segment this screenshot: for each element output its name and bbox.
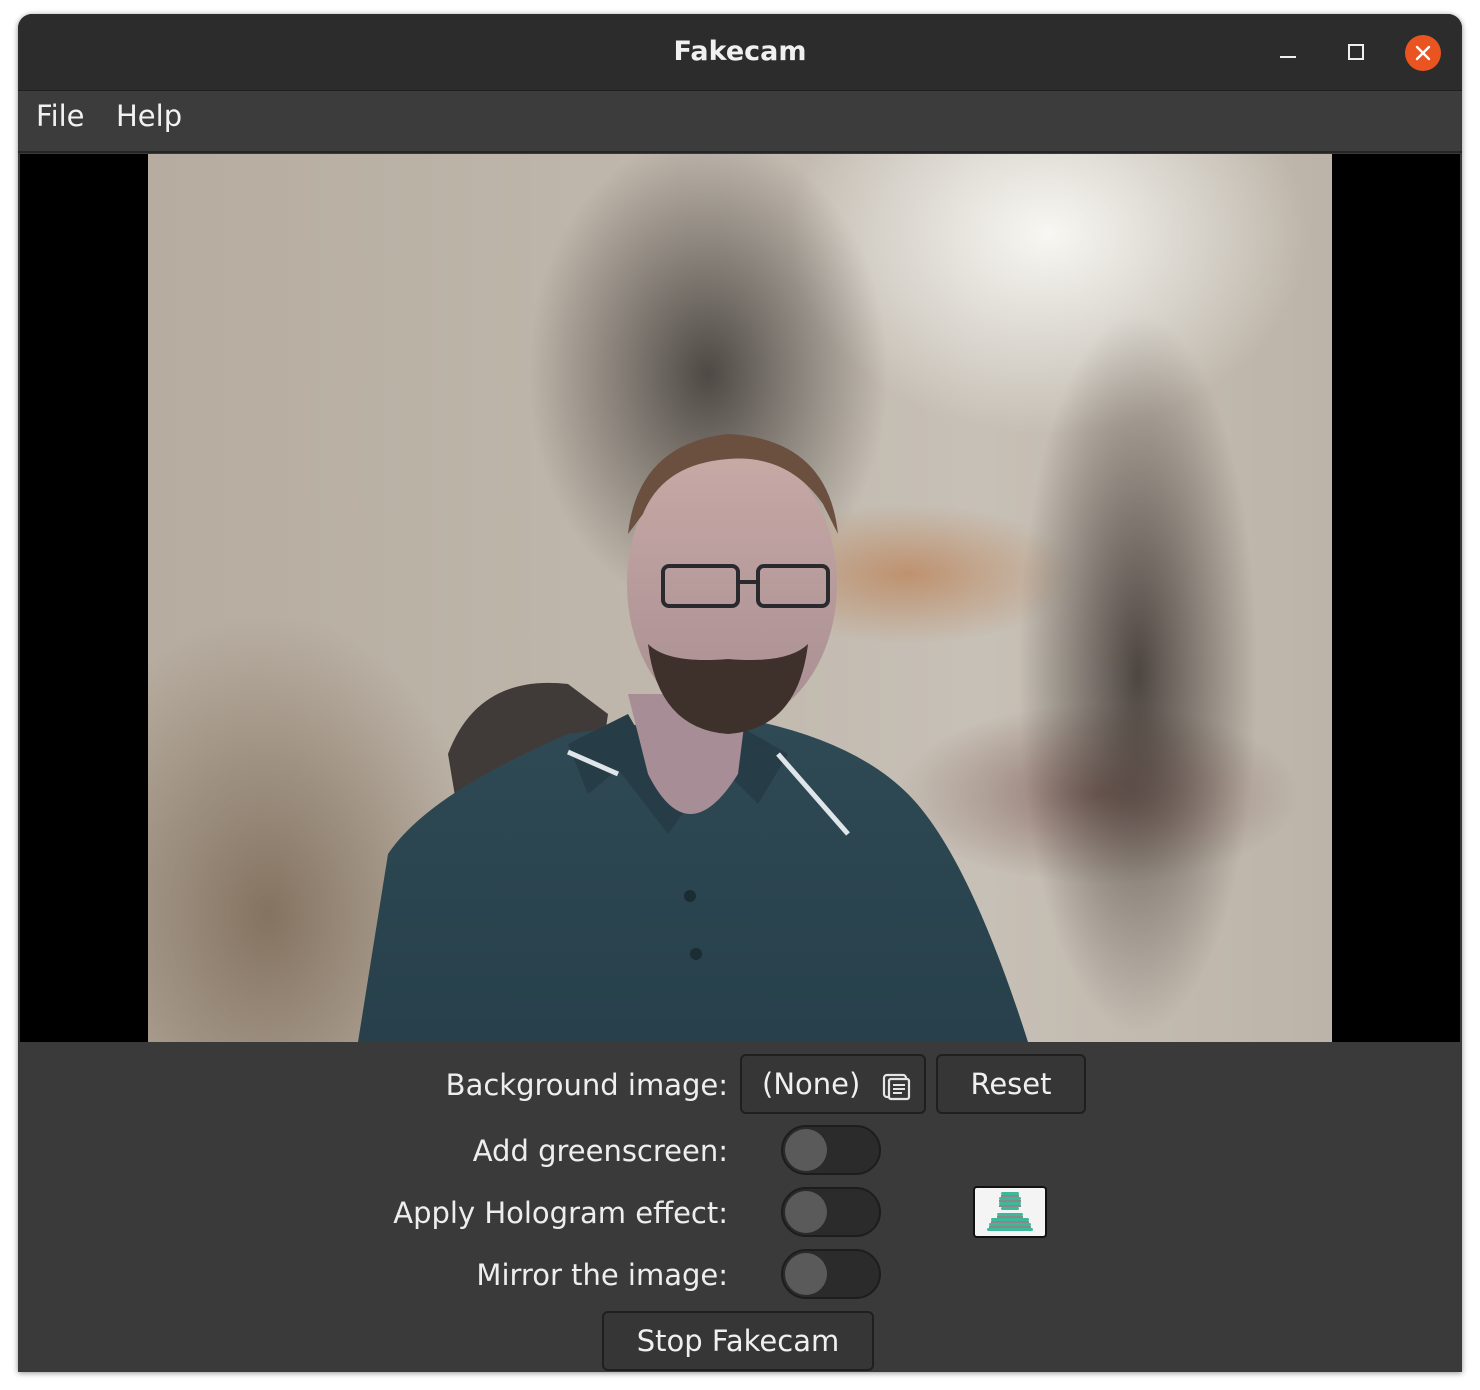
menu-help[interactable]: Help	[116, 99, 182, 133]
stop-fakecam-button[interactable]: Stop Fakecam	[602, 1311, 874, 1371]
minimize-icon	[1280, 56, 1296, 58]
background-image-button[interactable]: (None)	[740, 1054, 926, 1114]
person-silhouette	[358, 434, 1028, 1042]
maximize-button[interactable]	[1337, 34, 1375, 72]
toggle-knob	[785, 1129, 827, 1171]
reset-button[interactable]: Reset	[936, 1054, 1086, 1114]
hologram-label: Apply Hologram effect:	[393, 1196, 728, 1230]
title-bar[interactable]: Fakecam	[18, 14, 1462, 91]
greenscreen-toggle[interactable]	[781, 1125, 881, 1175]
menu-bar: File Help	[18, 91, 1462, 153]
toggle-knob	[785, 1253, 827, 1295]
greenscreen-label: Add greenscreen:	[472, 1134, 728, 1168]
close-button[interactable]	[1404, 34, 1442, 72]
hologram-toggle[interactable]	[781, 1187, 881, 1237]
toggle-knob	[785, 1191, 827, 1233]
app-window: Fakecam File Help Background image: (Non…	[18, 14, 1462, 1372]
camera-preview	[20, 154, 1460, 1042]
menu-file[interactable]: File	[36, 99, 85, 133]
mirror-label: Mirror the image:	[476, 1258, 728, 1292]
maximize-icon	[1348, 44, 1364, 60]
background-image-value: (None)	[762, 1067, 861, 1101]
controls-panel: Background image: (None) Reset Add green…	[18, 1044, 1462, 1372]
background-image-label: Background image:	[445, 1068, 728, 1102]
hologram-preview-icon	[973, 1186, 1047, 1238]
file-open-icon	[882, 1073, 911, 1101]
window-title: Fakecam	[673, 36, 807, 67]
mirror-toggle[interactable]	[781, 1249, 881, 1299]
minimize-button[interactable]	[1269, 34, 1307, 72]
camera-frame	[148, 154, 1332, 1042]
close-icon	[1405, 35, 1441, 71]
